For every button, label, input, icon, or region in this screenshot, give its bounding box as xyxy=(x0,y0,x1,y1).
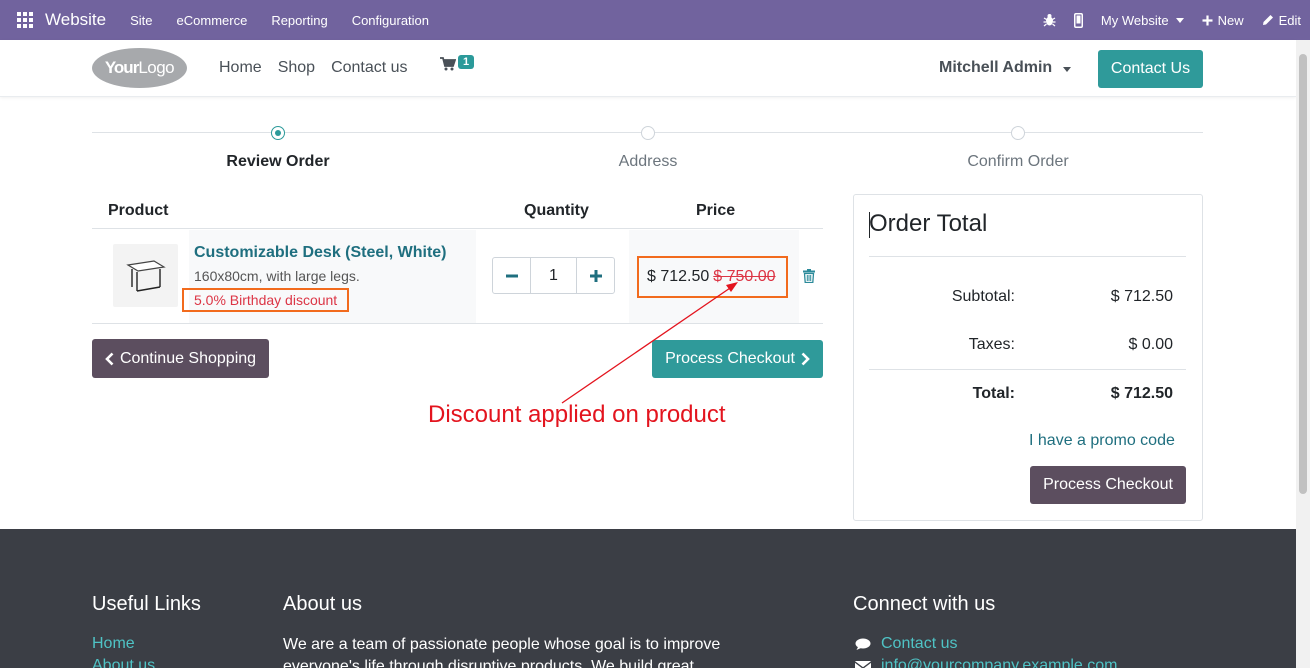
subtotal-label: Subtotal: xyxy=(951,288,1015,305)
col-header-price: Price xyxy=(696,202,736,219)
scrollbar-thumb[interactable] xyxy=(1299,54,1307,494)
menu-configuration[interactable]: Configuration xyxy=(340,13,441,28)
page-scrollbar[interactable] xyxy=(1296,40,1310,668)
promo-code-link[interactable]: I have a promo code xyxy=(1029,432,1175,450)
caret-down-icon xyxy=(1062,67,1071,72)
quantity-input[interactable]: 1 xyxy=(530,258,577,293)
product-name-link[interactable]: Customizable Desk (Steel, White) xyxy=(194,244,447,262)
contact-us-button[interactable]: Contact Us xyxy=(1098,50,1203,88)
table-header-divider xyxy=(92,228,823,229)
site-logo[interactable]: Your Logo xyxy=(92,48,187,88)
subtotal-value: $ 712.50 xyxy=(1110,288,1173,305)
process-checkout-label: Process Checkout xyxy=(665,350,795,367)
pencil-icon xyxy=(1262,15,1273,25)
total-value: $ 712.50 xyxy=(1110,385,1173,402)
website-selector-label: My Website xyxy=(1100,12,1169,28)
footer-contact-link[interactable]: Contact us xyxy=(881,635,957,653)
quantity-increase-button[interactable] xyxy=(577,258,614,293)
menu-ecommerce[interactable]: eCommerce xyxy=(165,13,260,28)
wizard-step-dot-review xyxy=(271,126,285,140)
taxes-label: Taxes: xyxy=(968,336,1015,353)
website-selector[interactable]: My Website xyxy=(1092,13,1193,28)
total-label: Total: xyxy=(972,385,1015,402)
table-row-divider xyxy=(92,323,823,324)
original-price: $ 750.00 xyxy=(713,268,776,285)
order-total-divider-bottom xyxy=(869,369,1186,370)
mobile-preview-icon[interactable] xyxy=(1065,12,1092,28)
user-name: Mitchell Admin xyxy=(939,59,1053,76)
footer-link-home[interactable]: Home xyxy=(92,635,135,653)
wizard-step-address[interactable]: Address xyxy=(619,153,678,171)
footer-useful-links-title: Useful Links xyxy=(92,593,201,615)
col-header-quantity: Quantity xyxy=(524,202,589,219)
product-description: 160x80cm, with large legs. xyxy=(194,268,360,284)
admin-topbar: Website Site eCommerce Reporting Configu… xyxy=(0,0,1310,40)
edit-label: Edit xyxy=(1278,12,1301,28)
trash-icon[interactable] xyxy=(803,269,815,284)
minus-icon xyxy=(505,274,518,277)
col-header-product: Product xyxy=(108,202,169,219)
current-price: $ 712.50 xyxy=(647,268,710,285)
nav-home[interactable]: Home xyxy=(219,59,262,77)
quantity-stepper: 1 xyxy=(492,257,615,294)
price-cell: $ 712.50 $ 750.00 xyxy=(637,256,788,298)
menu-reporting[interactable]: Reporting xyxy=(259,13,339,28)
site-header: Your Logo Home Shop Contact us 1 Mitchell… xyxy=(0,40,1296,97)
new-button[interactable]: New xyxy=(1193,13,1253,28)
wizard-step-dot-address xyxy=(641,126,655,140)
menu-site[interactable]: Site xyxy=(118,13,164,28)
footer-link-about-us[interactable]: About us xyxy=(92,657,155,668)
plus-icon xyxy=(1202,15,1213,25)
footer-email-link[interactable]: info@yourcompany.example.com xyxy=(881,657,1118,668)
nav-contact-us[interactable]: Contact us xyxy=(331,59,407,77)
shopping-cart-icon xyxy=(440,57,457,71)
continue-shopping-button[interactable]: Continue Shopping xyxy=(92,339,269,378)
main-nav: Home Shop Contact us xyxy=(219,59,408,77)
plus-icon xyxy=(589,269,602,282)
wizard-step-dot-confirm xyxy=(1011,126,1025,140)
edit-button[interactable]: Edit xyxy=(1253,13,1310,28)
app-name[interactable]: Website xyxy=(45,10,106,30)
envelope-icon xyxy=(855,661,871,668)
process-checkout-button[interactable]: Process Checkout xyxy=(652,340,823,378)
annotation-text: Discount applied on product xyxy=(428,401,726,428)
caret-down-icon xyxy=(1175,17,1184,23)
wizard-step-confirm-order[interactable]: Confirm Order xyxy=(967,153,1068,171)
chevron-left-icon xyxy=(105,352,114,365)
debug-bug-icon[interactable] xyxy=(1034,13,1065,27)
order-total-divider-top xyxy=(869,256,1186,257)
discount-line: 5.0% Birthday discount xyxy=(182,288,349,312)
product-image[interactable] xyxy=(113,244,178,307)
wizard-step-review-order[interactable]: Review Order xyxy=(226,153,329,171)
apps-menu-icon[interactable] xyxy=(17,12,33,28)
order-total-checkout-button[interactable]: Process Checkout xyxy=(1030,466,1186,504)
quantity-decrease-button[interactable] xyxy=(493,258,530,293)
order-total-title: Order Total xyxy=(869,210,988,237)
user-menu[interactable]: Mitchell Admin xyxy=(939,59,1071,77)
logo-text-logo: Logo xyxy=(138,58,175,77)
logo-text-your: Your xyxy=(104,58,139,77)
chat-bubble-icon xyxy=(855,638,871,650)
new-label: New xyxy=(1217,12,1244,28)
footer-connect-title: Connect with us xyxy=(853,593,996,615)
cart-count-badge: 1 xyxy=(458,55,475,69)
cart-link[interactable]: 1 xyxy=(440,55,475,75)
taxes-value: $ 0.00 xyxy=(1128,336,1173,353)
chevron-right-icon xyxy=(801,352,810,366)
discount-label: 5.0% Birthday discount xyxy=(194,292,338,308)
footer-about-title: About us xyxy=(283,593,362,615)
footer-about-text: We are a team of passionate people whose… xyxy=(283,636,721,668)
nav-shop[interactable]: Shop xyxy=(278,59,315,77)
continue-shopping-label: Continue Shopping xyxy=(119,349,257,367)
